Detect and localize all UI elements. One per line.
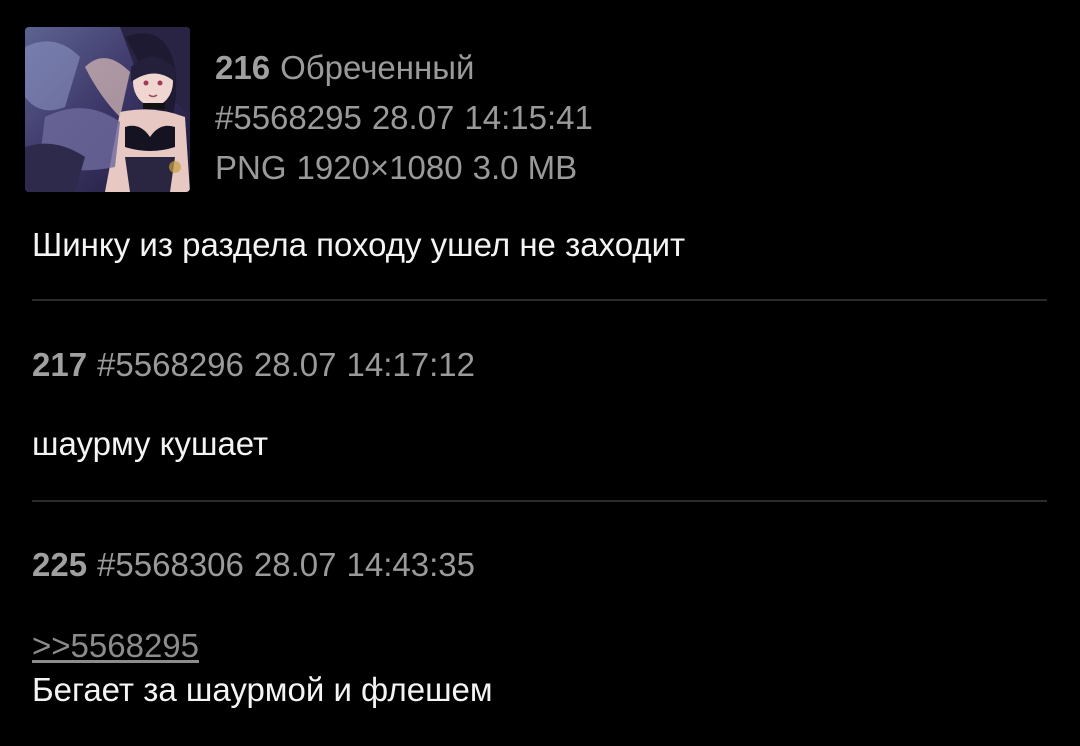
post-date: 28.07 (253, 346, 337, 383)
post-id[interactable]: #5568296 (97, 346, 244, 383)
post-meta-line: 225 #5568306 28.07 14:43:35 (32, 540, 475, 590)
post-id[interactable]: #5568306 (97, 546, 244, 583)
post-number[interactable]: 217 (32, 346, 87, 383)
file-type: PNG (215, 149, 287, 186)
post-time: 14:15:41 (464, 99, 593, 136)
post-header: 217 #5568296 28.07 14:17:12 (32, 340, 475, 390)
thread-view: 216 Обреченный #5568295 28.07 14:15:41 PNG 1… (0, 0, 1080, 746)
file-resolution: 1920×1080 (296, 149, 463, 186)
post-title-line: 216 Обреченный (215, 43, 593, 93)
post-number[interactable]: 225 (32, 546, 87, 583)
post-id[interactable]: #5568295 (215, 99, 362, 136)
post-time: 14:43:35 (346, 546, 475, 583)
post-divider (32, 500, 1047, 502)
post-image-thumbnail[interactable] (25, 27, 190, 192)
poster-name: Обреченный (280, 49, 475, 86)
anime-illustration-image (25, 27, 190, 192)
post-time: 14:17:12 (346, 346, 475, 383)
post-number[interactable]: 216 (215, 49, 270, 86)
post-header: 225 #5568306 28.07 14:43:35 (32, 540, 475, 590)
post-header: 216 Обреченный #5568295 28.07 14:15:41 PNG 1… (215, 43, 593, 193)
post-text: Бегает за шаурмой и флешем (32, 671, 493, 708)
file-info-line: PNG 1920×1080 3.0 MB (215, 143, 593, 193)
post-date: 28.07 (371, 99, 455, 136)
file-size: 3.0 MB (472, 149, 578, 186)
post-text: шаурму кушает (32, 425, 269, 462)
post-divider (32, 299, 1047, 301)
reply-link[interactable]: >>5568295 (32, 624, 199, 668)
post-date: 28.07 (253, 546, 337, 583)
post-text: Шинку из раздела походу ушел не заходит (32, 226, 686, 263)
post-meta-line: 217 #5568296 28.07 14:17:12 (32, 340, 475, 390)
post-meta-line: #5568295 28.07 14:15:41 (215, 93, 593, 143)
